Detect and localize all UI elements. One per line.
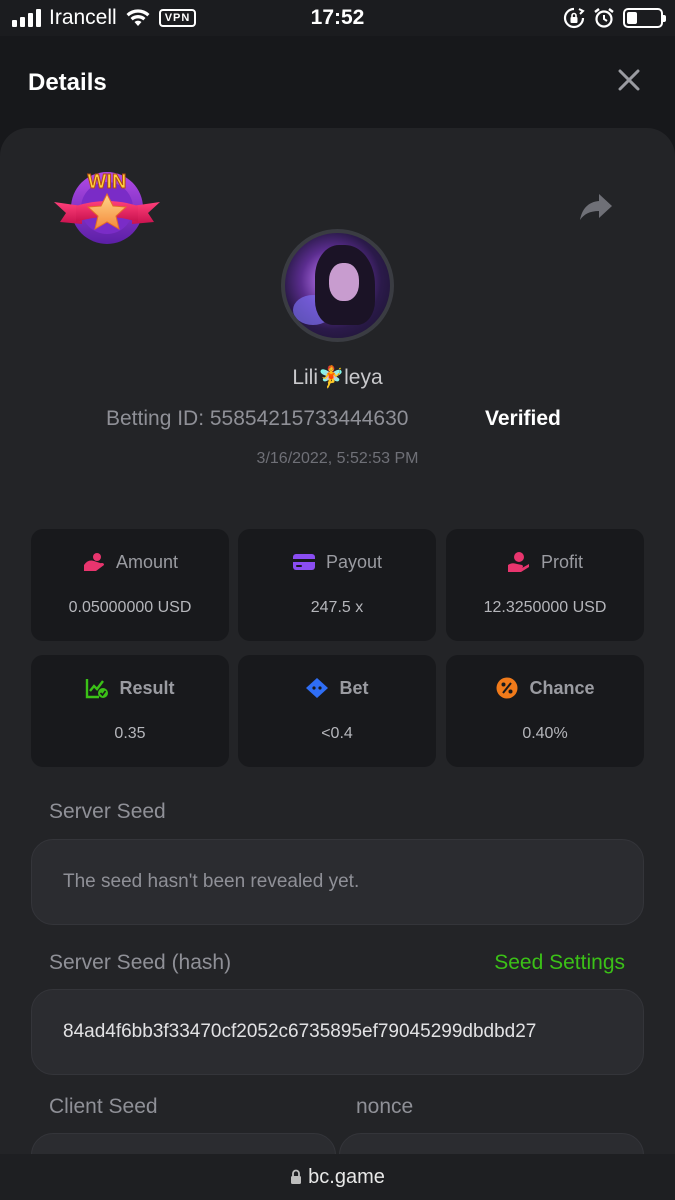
stat-label: Payout <box>325 551 383 572</box>
rotation-lock-icon <box>563 7 585 29</box>
bet-datetime: 3/16/2022, 5:52:53 PM <box>256 450 419 467</box>
lock-icon <box>291 1169 302 1184</box>
server-seed-value: The seed hasn't been revealed yet. <box>63 871 360 892</box>
server-seed-hash-field[interactable]: 84ad4f6bb3f33470cf2052c6735895ef79045299… <box>31 989 644 1075</box>
details-header: Details <box>0 36 675 128</box>
share-icon[interactable] <box>579 192 613 222</box>
stat-result: Result 0.35 <box>31 655 229 767</box>
profit-icon <box>507 552 529 572</box>
stat-value: 247.5 x <box>310 599 364 616</box>
stat-profit: Profit 12.3250000 USD <box>446 529 644 641</box>
url-text: bc.game <box>308 1165 385 1188</box>
stat-value: 12.3250000 USD <box>483 599 607 616</box>
server-seed-hash-value: 84ad4f6bb3f33470cf2052c6735895ef79045299… <box>63 1021 537 1042</box>
page-title: Details <box>28 69 107 96</box>
amount-icon <box>83 553 104 571</box>
stat-label: Bet <box>339 677 369 698</box>
server-seed-label: Server Seed <box>49 800 166 823</box>
stat-label: Chance <box>529 677 595 698</box>
bet-ticket-icon <box>306 678 329 698</box>
stat-amount: Amount 0.05000000 USD <box>31 529 229 641</box>
percent-icon <box>496 677 518 699</box>
bet-details-card: WIN Lili🧚leya Betting ID: 55854215733444… <box>0 128 675 1193</box>
alarm-icon <box>594 8 614 28</box>
stat-value: 0.35 <box>114 725 146 742</box>
stat-value: <0.4 <box>321 725 353 742</box>
username: Lili🧚leya <box>292 366 383 389</box>
stat-label: Profit <box>540 551 583 572</box>
seed-settings-link[interactable]: Seed Settings <box>494 951 625 975</box>
stat-chance: Chance 0.40% <box>446 655 644 767</box>
result-chart-icon <box>86 679 109 699</box>
avatar <box>281 229 394 342</box>
stat-payout: Payout 247.5 x <box>238 529 436 641</box>
stat-label: Result <box>119 677 175 698</box>
wallet-icon <box>292 554 315 570</box>
client-seed-label: Client Seed <box>49 1095 158 1118</box>
status-bar: Irancell VPN 17:52 <box>0 0 675 36</box>
close-icon[interactable] <box>617 68 641 92</box>
server-seed-field: The seed hasn't been revealed yet. <box>31 839 644 925</box>
betting-id: Betting ID: 55854215733444630 <box>106 407 409 430</box>
verified-link[interactable]: Verified <box>485 407 561 431</box>
stat-label: Amount <box>115 551 179 572</box>
battery-icon <box>623 8 666 28</box>
win-badge-icon: WIN <box>54 171 160 244</box>
stat-value: 0.40% <box>522 725 568 742</box>
win-badge-text: WIN <box>88 171 127 193</box>
nonce-label: nonce <box>356 1095 414 1118</box>
browser-url-bar[interactable]: bc.game <box>0 1154 675 1200</box>
stat-value: 0.05000000 USD <box>68 599 192 616</box>
server-seed-hash-label: Server Seed (hash) <box>49 951 232 974</box>
stat-bet: Bet <0.4 <box>238 655 436 767</box>
